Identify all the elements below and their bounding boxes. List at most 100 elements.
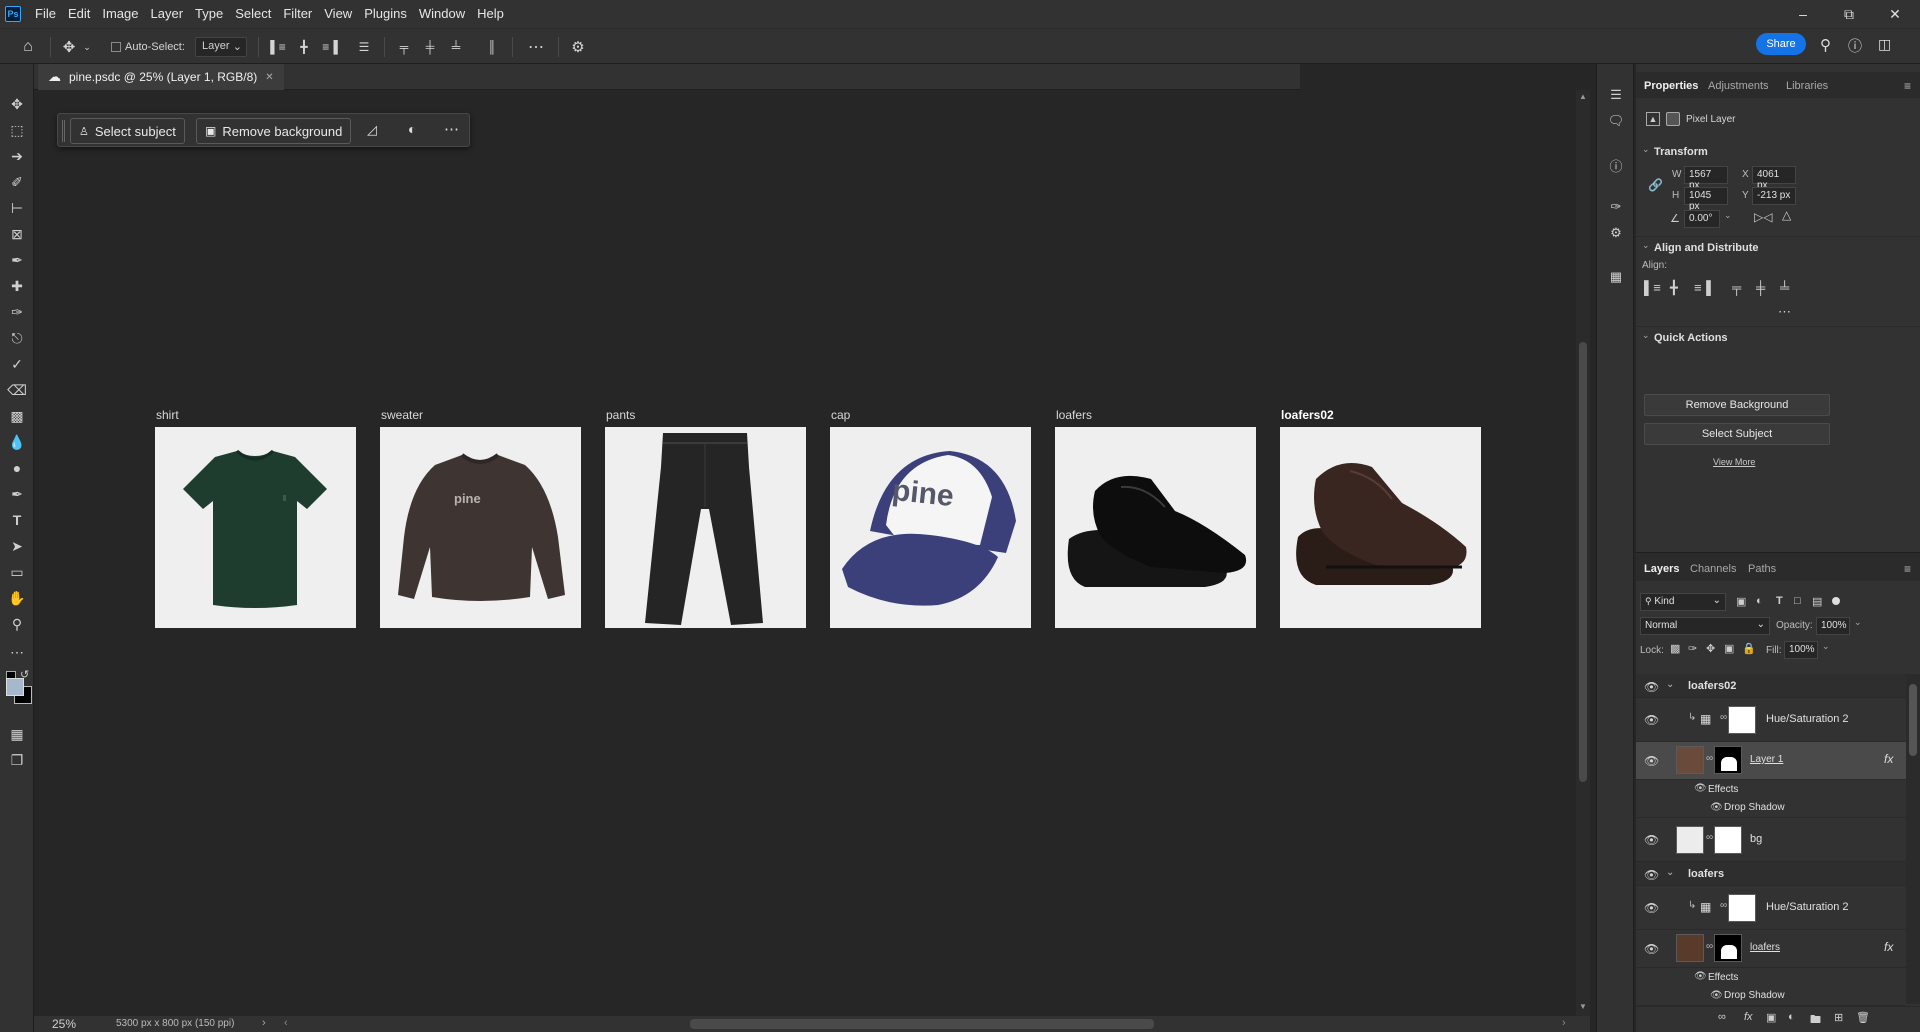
- layers-scroll-thumb[interactable]: [1909, 684, 1917, 756]
- remove-background-button[interactable]: ▣ Remove background: [196, 118, 352, 144]
- artboard-pants[interactable]: [605, 427, 806, 628]
- menu-file[interactable]: File: [29, 0, 62, 28]
- artboard-shirt[interactable]: [155, 427, 356, 628]
- search-icon[interactable]: ⚲: [1820, 36, 1831, 54]
- width-field[interactable]: 1567 px: [1684, 166, 1728, 191]
- close-tab-icon[interactable]: ✕: [265, 72, 273, 83]
- filter-toggle-icon[interactable]: [1832, 597, 1840, 605]
- document-tab[interactable]: ☁ pine.psdc @ 25% (Layer 1, RGB/8) ✕: [38, 64, 284, 90]
- flip-vertical-icon[interactable]: △: [1782, 208, 1791, 222]
- y-field[interactable]: -213 px: [1752, 187, 1796, 205]
- smart-object-filter-icon[interactable]: ▤: [1812, 595, 1822, 608]
- height-field[interactable]: 1045 px: [1684, 187, 1728, 212]
- align-right-icon[interactable]: ≡▐: [1694, 280, 1711, 295]
- scroll-left-icon[interactable]: ‹: [284, 1017, 288, 1029]
- lock-artboard-icon[interactable]: ▣: [1724, 642, 1734, 655]
- move-tool-icon[interactable]: ✥: [58, 37, 80, 57]
- share-button[interactable]: Share: [1756, 33, 1806, 55]
- layer-row-loafers[interactable]: 👁 ∞ loafers fx: [1636, 930, 1906, 968]
- link-icon[interactable]: ∞: [1706, 941, 1713, 952]
- foreground-color-swatch[interactable]: [6, 678, 24, 696]
- eye-icon[interactable]: 👁: [1644, 680, 1659, 694]
- link-icon[interactable]: ∞: [1720, 900, 1727, 911]
- scroll-right-icon[interactable]: ›: [1562, 1017, 1566, 1029]
- shape-filter-icon[interactable]: □: [1794, 595, 1801, 607]
- eye-icon[interactable]: 👁: [1694, 783, 1707, 794]
- eyedropper-icon[interactable]: ✒: [7, 250, 27, 270]
- adjustment-layer-icon[interactable]: ◐: [1788, 1011, 1795, 1023]
- link-icon[interactable]: ∞: [1720, 712, 1727, 723]
- brush-settings-icon[interactable]: ✑: [1607, 198, 1625, 216]
- eraser-icon[interactable]: ⌫: [7, 380, 27, 400]
- auto-select-target-dropdown[interactable]: Layer ⌄: [195, 37, 247, 57]
- align-bottom-icon[interactable]: ╧: [1780, 280, 1789, 295]
- menu-view[interactable]: View: [318, 0, 358, 28]
- eye-icon[interactable]: 👁: [1644, 942, 1659, 956]
- layer-mask-thumbnail[interactable]: [1728, 894, 1756, 922]
- select-subject-qa-button[interactable]: Select Subject: [1644, 423, 1830, 445]
- marquee-tool-icon[interactable]: ⬚: [7, 120, 27, 140]
- flip-horizontal-icon[interactable]: ▷◁: [1754, 210, 1772, 224]
- blend-mode-dropdown[interactable]: Normal ⌄: [1640, 617, 1770, 635]
- fx-icon[interactable]: fx: [1744, 1011, 1753, 1023]
- clone-stamp-icon[interactable]: ⎋: [7, 328, 27, 348]
- tab-properties[interactable]: Properties: [1644, 80, 1698, 92]
- eye-icon[interactable]: 👁: [1710, 802, 1723, 813]
- type-tool-icon[interactable]: T: [7, 510, 27, 530]
- menu-filter[interactable]: Filter: [277, 0, 318, 28]
- remove-background-qa-button[interactable]: Remove Background: [1644, 394, 1830, 416]
- tab-adjustments[interactable]: Adjustments: [1708, 80, 1769, 92]
- move-tool-icon[interactable]: ✥: [7, 94, 27, 114]
- quick-selection-icon[interactable]: ✐: [7, 172, 27, 192]
- screen-mode-icon[interactable]: ❐: [7, 750, 27, 770]
- brush-tool-icon[interactable]: ✑: [7, 302, 27, 322]
- lock-pixels-icon[interactable]: ▩: [1670, 642, 1680, 655]
- fx-icon[interactable]: fx: [1884, 752, 1893, 766]
- chevron-down-icon[interactable]: ⌄: [1642, 240, 1650, 251]
- status-expand-icon[interactable]: ›: [262, 1017, 266, 1029]
- fx-icon[interactable]: fx: [1884, 940, 1893, 954]
- path-selection-icon[interactable]: ➤: [7, 536, 27, 556]
- menu-image[interactable]: Image: [96, 0, 144, 28]
- hand-tool-icon[interactable]: ✋: [7, 588, 27, 608]
- tab-channels[interactable]: Channels: [1690, 563, 1736, 575]
- more-options-icon[interactable]: ⋯: [524, 37, 548, 57]
- transform-section-title[interactable]: Transform: [1654, 146, 1708, 158]
- panel-menu-icon[interactable]: ≡: [1904, 562, 1911, 576]
- layer-thumbnail[interactable]: [1676, 746, 1704, 774]
- align-top-icon[interactable]: ╤: [1732, 280, 1741, 295]
- scroll-up-icon[interactable]: ▲: [1579, 92, 1587, 101]
- gear-icon[interactable]: ⚙: [568, 37, 588, 57]
- tab-libraries[interactable]: Libraries: [1786, 80, 1828, 92]
- tab-paths[interactable]: Paths: [1748, 563, 1776, 575]
- eye-icon[interactable]: 👁: [1644, 901, 1659, 915]
- info-icon[interactable]: ⓘ: [1607, 156, 1625, 174]
- eye-icon[interactable]: 👁: [1644, 833, 1659, 847]
- panel-menu-icon[interactable]: ≡: [1904, 79, 1911, 93]
- layer-row-layer1[interactable]: 👁 ∞ Layer 1 fx: [1636, 742, 1906, 780]
- quick-actions-title[interactable]: Quick Actions: [1654, 332, 1728, 344]
- chevron-down-icon[interactable]: ⌄: [1642, 144, 1650, 155]
- layer-mask-thumbnail[interactable]: [1728, 706, 1756, 734]
- more-icon[interactable]: ⋯: [444, 120, 459, 138]
- view-more-link[interactable]: View More: [1713, 457, 1755, 467]
- menu-window[interactable]: Window: [413, 0, 471, 28]
- layer-mask-thumbnail[interactable]: [1714, 934, 1742, 962]
- history-brush-icon[interactable]: ✓: [7, 354, 27, 374]
- rectangle-tool-icon[interactable]: ▭: [7, 562, 27, 582]
- chevron-down-icon[interactable]: ⌄: [1642, 330, 1650, 341]
- adjustment-icon[interactable]: ◐: [408, 121, 416, 137]
- artboard-loafers02[interactable]: [1280, 427, 1481, 628]
- align-vcenter-icon[interactable]: ╪: [420, 37, 440, 57]
- type-filter-icon[interactable]: T: [1776, 595, 1783, 607]
- quick-mask-icon[interactable]: ▦: [7, 724, 27, 744]
- layer-mask-thumbnail[interactable]: [1714, 746, 1742, 774]
- drag-handle[interactable]: [62, 120, 65, 142]
- layer-row-hue-saturation[interactable]: 👁 ↳ ▦ ∞ Hue/Saturation 2: [1636, 698, 1906, 742]
- align-hcenter-icon[interactable]: ╋: [294, 37, 314, 57]
- layer-mask-thumbnail[interactable]: [1714, 826, 1742, 854]
- more-tools-icon[interactable]: ⋯: [7, 642, 27, 662]
- gradient-tool-icon[interactable]: ▩: [7, 406, 27, 426]
- vertical-scroll-thumb[interactable]: [1579, 342, 1587, 782]
- lock-all-icon[interactable]: 🔒: [1742, 642, 1756, 655]
